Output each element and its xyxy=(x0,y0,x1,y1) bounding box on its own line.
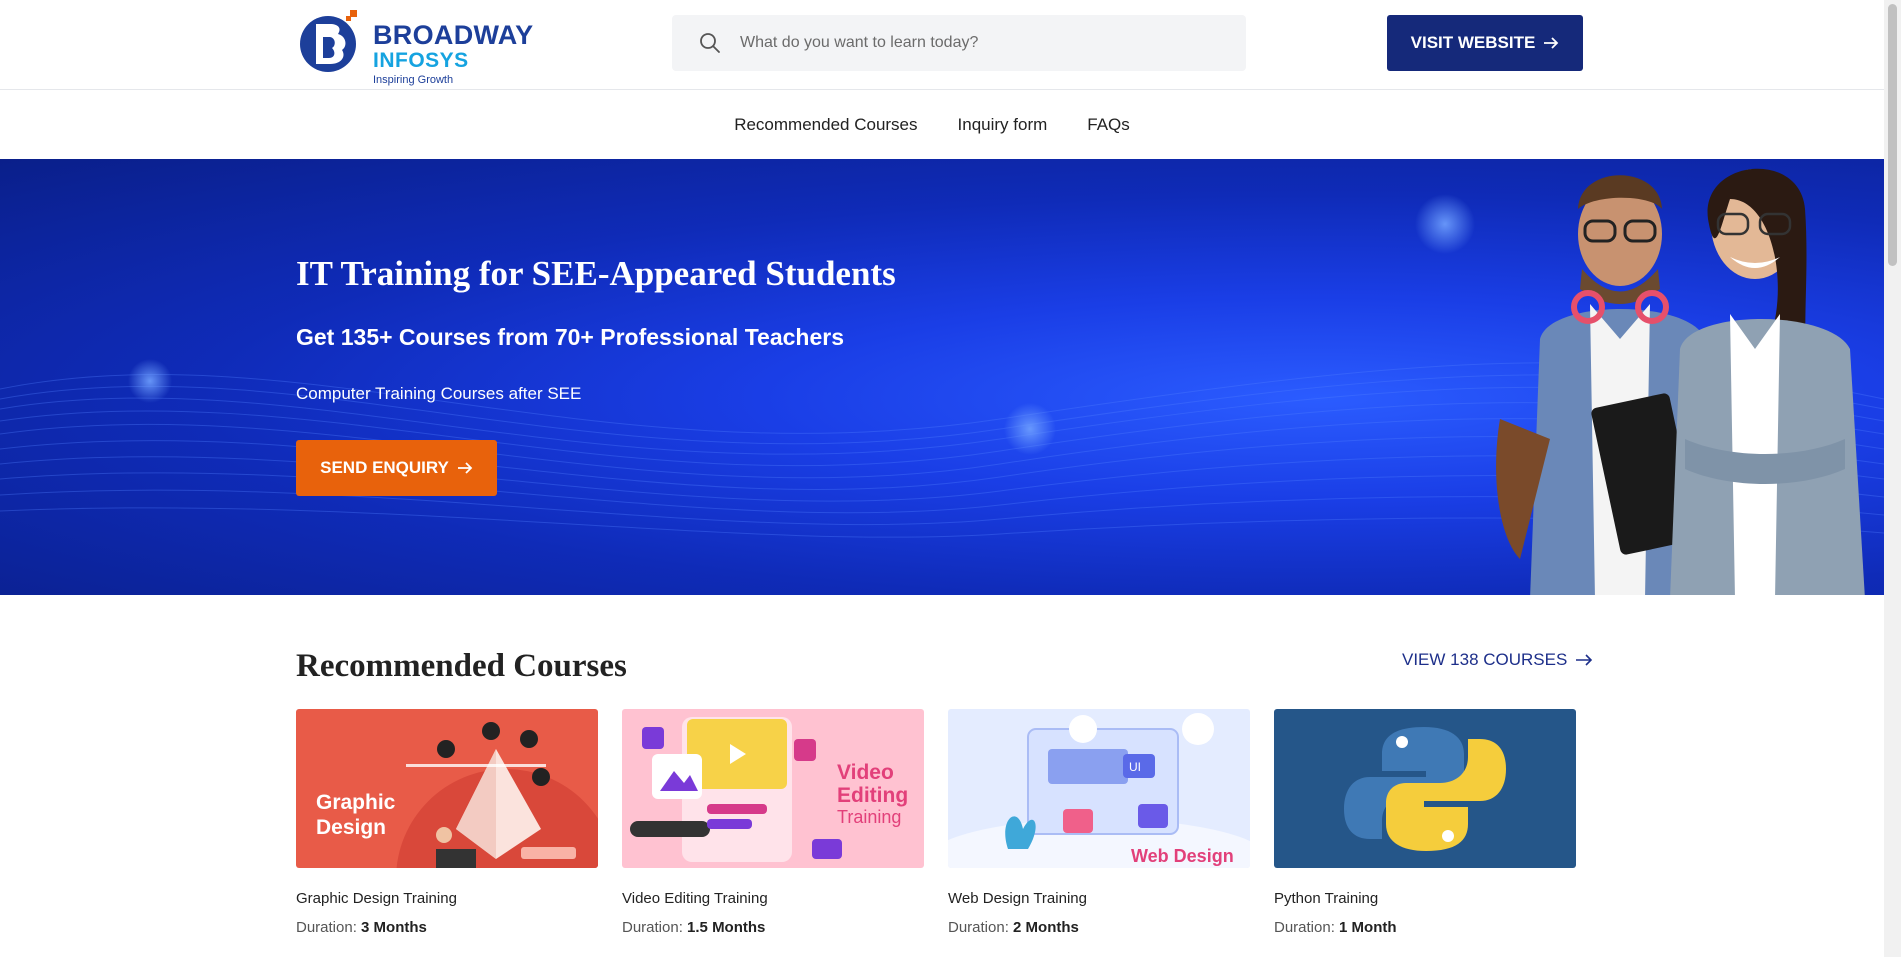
send-enquiry-label: SEND ENQUIRY xyxy=(320,458,449,477)
site-header: BROADWAY INFOSYS Inspiring Growth VISIT … xyxy=(0,0,1884,90)
course-card[interactable]: Video Editing Training Video Editing Tra… xyxy=(622,709,924,936)
course-duration: Duration: 3 Months xyxy=(296,919,598,936)
logo[interactable]: BROADWAY INFOSYS Inspiring Growth xyxy=(298,6,538,86)
course-card[interactable]: UI Web Design Web Design Training Durati… xyxy=(948,709,1250,936)
duration-value: 1 Month xyxy=(1339,919,1397,936)
graphic-design-illustration: Graphic Design xyxy=(316,722,598,868)
thumb-text-line1: Graphic xyxy=(316,791,396,814)
logo-mark-icon xyxy=(300,10,357,72)
course-name[interactable]: Graphic Design Training xyxy=(296,890,598,907)
thumb-text-line2: Design xyxy=(316,816,386,839)
visit-website-button[interactable]: VISIT WEBSITE xyxy=(1387,15,1583,71)
search-icon xyxy=(700,33,720,53)
page-scrollbar[interactable] xyxy=(1884,0,1901,957)
hero-description: Computer Training Courses after SEE xyxy=(296,384,582,403)
course-name[interactable]: Video Editing Training xyxy=(622,890,924,907)
thumb-text-web-design: Web Design xyxy=(1131,846,1234,866)
course-card[interactable]: Python Training Duration: 1 Month xyxy=(1274,709,1576,936)
visit-website-label: VISIT WEBSITE xyxy=(1410,33,1536,52)
thumb-text-line1: Video xyxy=(837,761,894,784)
arrow-right-icon xyxy=(1544,37,1559,49)
nav-item-faqs[interactable]: FAQs xyxy=(1087,115,1130,135)
video-editing-illustration: Video Editing Training xyxy=(630,717,908,862)
logo-tagline: Inspiring Growth xyxy=(373,74,454,86)
course-name[interactable]: Python Training xyxy=(1274,890,1576,907)
duration-label: Duration: xyxy=(296,919,357,936)
course-name[interactable]: Web Design Training xyxy=(948,890,1250,907)
thumb-text-line3: Training xyxy=(837,807,901,827)
logo-brand-line2: INFOSYS xyxy=(373,49,469,72)
view-all-courses-link[interactable]: VIEW 138 COURSES xyxy=(1402,650,1593,670)
course-thumbnail-video-editing[interactable]: Video Editing Training xyxy=(622,709,924,868)
python-logo-icon xyxy=(1344,727,1506,851)
course-thumbnail-web-design[interactable]: UI Web Design xyxy=(948,709,1250,868)
duration-value: 2 Months xyxy=(1013,919,1079,936)
web-design-illustration: UI Web Design xyxy=(948,713,1250,868)
course-duration: Duration: 2 Months xyxy=(948,919,1250,936)
search-box xyxy=(672,15,1246,71)
course-card[interactable]: Graphic Design Graphic Design Training D… xyxy=(296,709,598,936)
duration-label: Duration: xyxy=(948,919,1009,936)
duration-value: 3 Months xyxy=(361,919,427,936)
logo-brand-line1: BROADWAY xyxy=(373,20,534,50)
hero-title: IT Training for SEE-Appeared Students xyxy=(296,254,896,293)
course-duration: Duration: 1 Month xyxy=(1274,919,1576,936)
arrow-right-icon xyxy=(1576,654,1593,666)
send-enquiry-button[interactable]: SEND ENQUIRY xyxy=(296,440,497,496)
course-cards: Graphic Design Graphic Design Training D… xyxy=(296,709,1576,957)
course-thumbnail-graphic-design[interactable]: Graphic Design xyxy=(296,709,598,868)
search-input[interactable] xyxy=(740,15,1230,71)
duration-value: 1.5 Months xyxy=(687,919,766,936)
main-nav: Recommended Courses Inquiry form FAQs xyxy=(0,91,1884,159)
nav-item-inquiry-form[interactable]: Inquiry form xyxy=(958,115,1048,135)
thumb-text-line2: Editing xyxy=(837,784,908,807)
scrollbar-thumb[interactable] xyxy=(1888,4,1897,266)
duration-label: Duration: xyxy=(1274,919,1335,936)
course-thumbnail-python[interactable] xyxy=(1274,709,1576,868)
course-duration: Duration: 1.5 Months xyxy=(622,919,924,936)
students-illustration xyxy=(1496,168,1865,595)
thumb-ui-text: UI xyxy=(1129,760,1141,774)
view-all-courses-label: VIEW 138 COURSES xyxy=(1402,650,1568,669)
hero-banner: IT Training for SEE-Appeared Students Ge… xyxy=(0,159,1884,595)
hero-subtitle: Get 135+ Courses from 70+ Professional T… xyxy=(296,324,844,350)
nav-item-recommended-courses[interactable]: Recommended Courses xyxy=(734,115,917,135)
arrow-right-icon xyxy=(457,462,473,474)
courses-heading: Recommended Courses xyxy=(296,648,627,684)
duration-label: Duration: xyxy=(622,919,683,936)
